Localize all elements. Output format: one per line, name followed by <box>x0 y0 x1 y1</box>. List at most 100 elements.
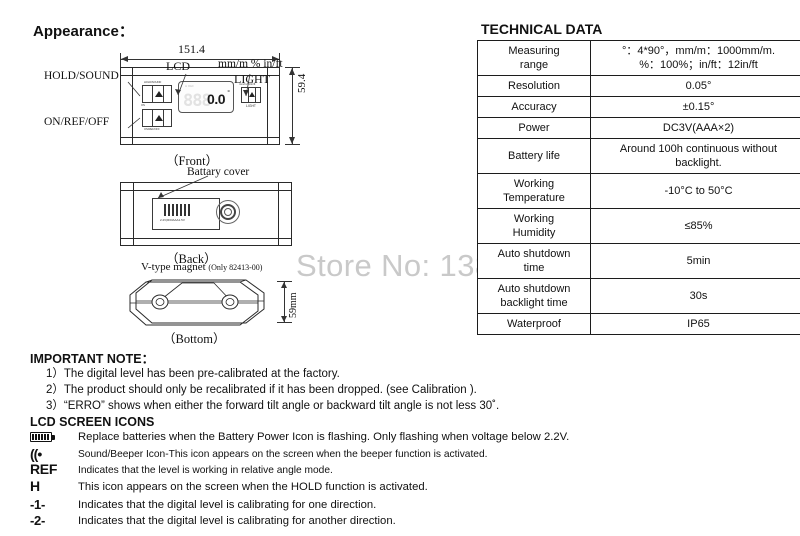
label-line-2: Humidity <box>512 227 556 239</box>
calibration-two-glyph: -2- <box>30 513 45 528</box>
appearance-heading: Appearance： <box>33 23 134 40</box>
hold-sound-button-microlabel: HOLD/SOUND <box>144 81 162 84</box>
bottom-view-label: （Bottom） <box>163 332 226 346</box>
table-cell-value: 5min <box>590 243 800 279</box>
table-cell-value: DC3V(AAA×2) <box>590 117 800 139</box>
table-cell-label: Battery life <box>477 138 591 174</box>
table-cell-value: °：4*90°，mm/m：1000mm/m. %：100%；in/ft：12in… <box>590 40 800 76</box>
value-line-1: °：4*90°，mm/m：1000mm/m. <box>621 45 776 57</box>
lcd-icon-description: This icon appears on the screen when the… <box>78 481 428 493</box>
lcd-degree-symbol: ° <box>227 90 230 97</box>
table-cell-label: Accuracy <box>477 96 591 118</box>
on-ref-off-button-microlabel: ON/REF/OFF <box>144 128 160 131</box>
table-cell-label: Waterproof <box>477 313 591 335</box>
technical-data-body: Measuring range °：4*90°，mm/m：1000mm/m. %… <box>477 40 800 335</box>
up-arrow-icon <box>155 91 163 97</box>
height-dimension-label: 59.4 <box>296 73 308 93</box>
important-note-item: 2）The product should only be recalibrate… <box>46 384 477 396</box>
table-row: Battery life Around 100h continuous with… <box>477 138 800 174</box>
label-line-1: Auto shutdown <box>497 283 571 295</box>
lcd-icon-description: Indicates that the digital level is cali… <box>78 499 377 511</box>
bottom-dimension-label: 59mm <box>288 292 299 318</box>
bottom-dim-arrow-bottom <box>281 316 287 322</box>
table-cell-label: Resolution <box>477 75 591 97</box>
lcd-screen-icons-heading: LCD SCREEN ICONS <box>30 415 155 429</box>
hold-glyph: H <box>30 478 40 494</box>
calibration-one-glyph: -1- <box>30 497 45 512</box>
callout-light: LIGHT <box>234 72 270 86</box>
hold-sound-button[interactable] <box>142 85 172 103</box>
table-cell-label: Auto shutdown time <box>477 243 591 279</box>
table-row: Working Humidity ≤85% <box>477 208 800 244</box>
button-divider <box>152 86 153 102</box>
bottom-view-diagram: V-type magnet (Only 82413-00) 59mm <box>118 261 318 330</box>
lcd-icon-description: Replace batteries when the Battery Power… <box>78 431 570 443</box>
device-back-bottom-rule <box>120 238 292 239</box>
label-line-1: Working <box>513 213 555 225</box>
table-row: Power DC3V(AAA×2) <box>477 117 800 139</box>
sound-beeper-glyph: ((• <box>30 446 42 462</box>
important-note-item: 1）The digital level has been pre-calibra… <box>46 368 340 380</box>
lcd-icon-description: Sound/Beeper Icon-This icon appears on t… <box>78 449 488 460</box>
lcd-icon-description: Indicates that the level is working in r… <box>78 465 333 476</box>
button-divider <box>152 110 153 126</box>
on-ref-off-button[interactable] <box>142 109 172 127</box>
table-cell-label: Power <box>477 117 591 139</box>
up-arrow-icon <box>249 92 255 97</box>
mounting-hole-inner <box>224 208 232 216</box>
width-dim-arrow-left <box>121 56 128 62</box>
table-cell-value: 30s <box>590 278 800 314</box>
table-cell-label: Working Temperature <box>477 173 591 209</box>
callout-units: mm/m % in/ft <box>218 58 283 70</box>
front-button-group: HOLD/SOUND ON ON/REF/OFF <box>141 81 172 131</box>
table-row: Working Temperature -10°C to 50°C <box>477 173 800 209</box>
table-cell-value: 0.05° <box>590 75 800 97</box>
on-button-microlabel: ON <box>141 104 145 107</box>
callout-lcd: LCD <box>166 59 190 73</box>
table-cell-label: Working Humidity <box>477 208 591 244</box>
value-line-2: backlight. <box>675 157 722 169</box>
label-line-2: Temperature <box>503 192 565 204</box>
device-back-top-rule <box>120 190 292 191</box>
important-note-item: 3）“ERRO” shows when either the forward t… <box>46 400 500 412</box>
battery-spec-microlabel: 2.2V(R03AAA1.5V <box>160 218 185 222</box>
table-cell-value: Around 100h continuous without backlight… <box>590 138 800 174</box>
height-dim-arrow-top <box>289 68 295 75</box>
table-cell-label: Auto shutdown backlight time <box>477 278 591 314</box>
table-row: Auto shutdown backlight time 30s <box>477 278 800 314</box>
device-back-right-rule <box>278 182 279 246</box>
table-cell-value: -10°C to 50°C <box>590 173 800 209</box>
label-line-1: Working <box>513 178 555 190</box>
ref-glyph: REF <box>30 461 58 477</box>
technical-data-table: Measuring range °：4*90°，mm/m：1000mm/m. %… <box>477 40 800 335</box>
lcd-angle-value: 0.0 <box>207 91 225 107</box>
table-row: Waterproof IP65 <box>477 313 800 335</box>
v-type-magnet-text: V-type magnet <box>141 261 206 273</box>
label-line-2: time <box>523 262 545 274</box>
table-row: Auto shutdown time 5min <box>477 243 800 279</box>
table-cell-label: Measuring range <box>477 40 591 76</box>
table-cell-value: IP65 <box>590 313 800 335</box>
callout-on-ref-off: ON/REF/OFF <box>44 116 110 128</box>
light-unit-button[interactable] <box>241 87 261 103</box>
button-divider <box>163 86 164 102</box>
width-dimension-label: 151.4 <box>178 42 205 56</box>
table-row: Resolution 0.05° <box>477 75 800 97</box>
label-line-1: Auto shutdown <box>497 248 571 260</box>
light-button-bottom-microlabel: LIGHT <box>246 104 256 108</box>
button-divider <box>163 110 164 126</box>
table-row: Accuracy ±0.15° <box>477 96 800 118</box>
device-front-bottom-rule <box>120 137 280 138</box>
label-line-1: Measuring <box>508 45 560 57</box>
height-dim-arrow-bottom <box>289 137 295 144</box>
table-row: Measuring range °：4*90°，mm/m：1000mm/m. %… <box>477 40 800 76</box>
device-back-left-rule <box>133 182 134 246</box>
button-divider <box>255 88 256 102</box>
bottom-dim-arrow-top <box>281 282 287 288</box>
technical-data-heading: TECHNICAL DATA <box>481 21 603 37</box>
back-view-diagram: 2.2V(R03AAA1.5V <box>120 182 300 252</box>
height-dimension-line <box>292 67 293 145</box>
up-arrow-icon <box>155 115 163 121</box>
value-line-1: Around 100h continuous without <box>619 143 778 155</box>
magnet-strip-icon <box>164 204 190 216</box>
